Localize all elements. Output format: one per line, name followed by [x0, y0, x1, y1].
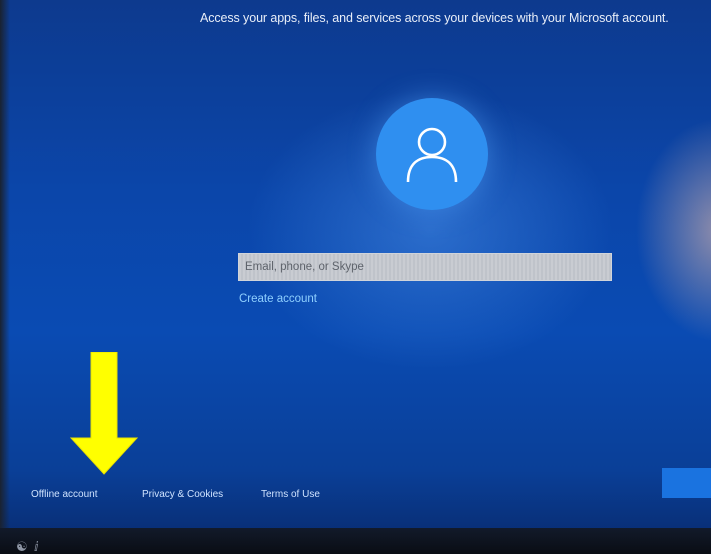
offline-account-link[interactable]: Offline account — [31, 489, 98, 500]
next-button[interactable] — [662, 468, 711, 498]
screen-bezel — [0, 0, 10, 554]
microphone-icon[interactable]: ⅈ — [34, 540, 39, 554]
taskbar: ☯ ⅈ — [0, 528, 711, 554]
page-subtitle: Access your apps, files, and services ac… — [200, 11, 669, 25]
down-arrow-icon — [69, 351, 139, 481]
email-input[interactable] — [238, 253, 612, 281]
terms-of-use-link[interactable]: Terms of Use — [261, 489, 320, 500]
user-icon — [406, 127, 458, 183]
account-avatar — [376, 98, 488, 210]
accessibility-icon[interactable]: ☯ — [16, 540, 28, 554]
privacy-cookies-link[interactable]: Privacy & Cookies — [142, 489, 223, 500]
oobe-signin-screen: Access your apps, files, and services ac… — [0, 0, 711, 554]
create-account-link[interactable]: Create account — [239, 293, 317, 305]
